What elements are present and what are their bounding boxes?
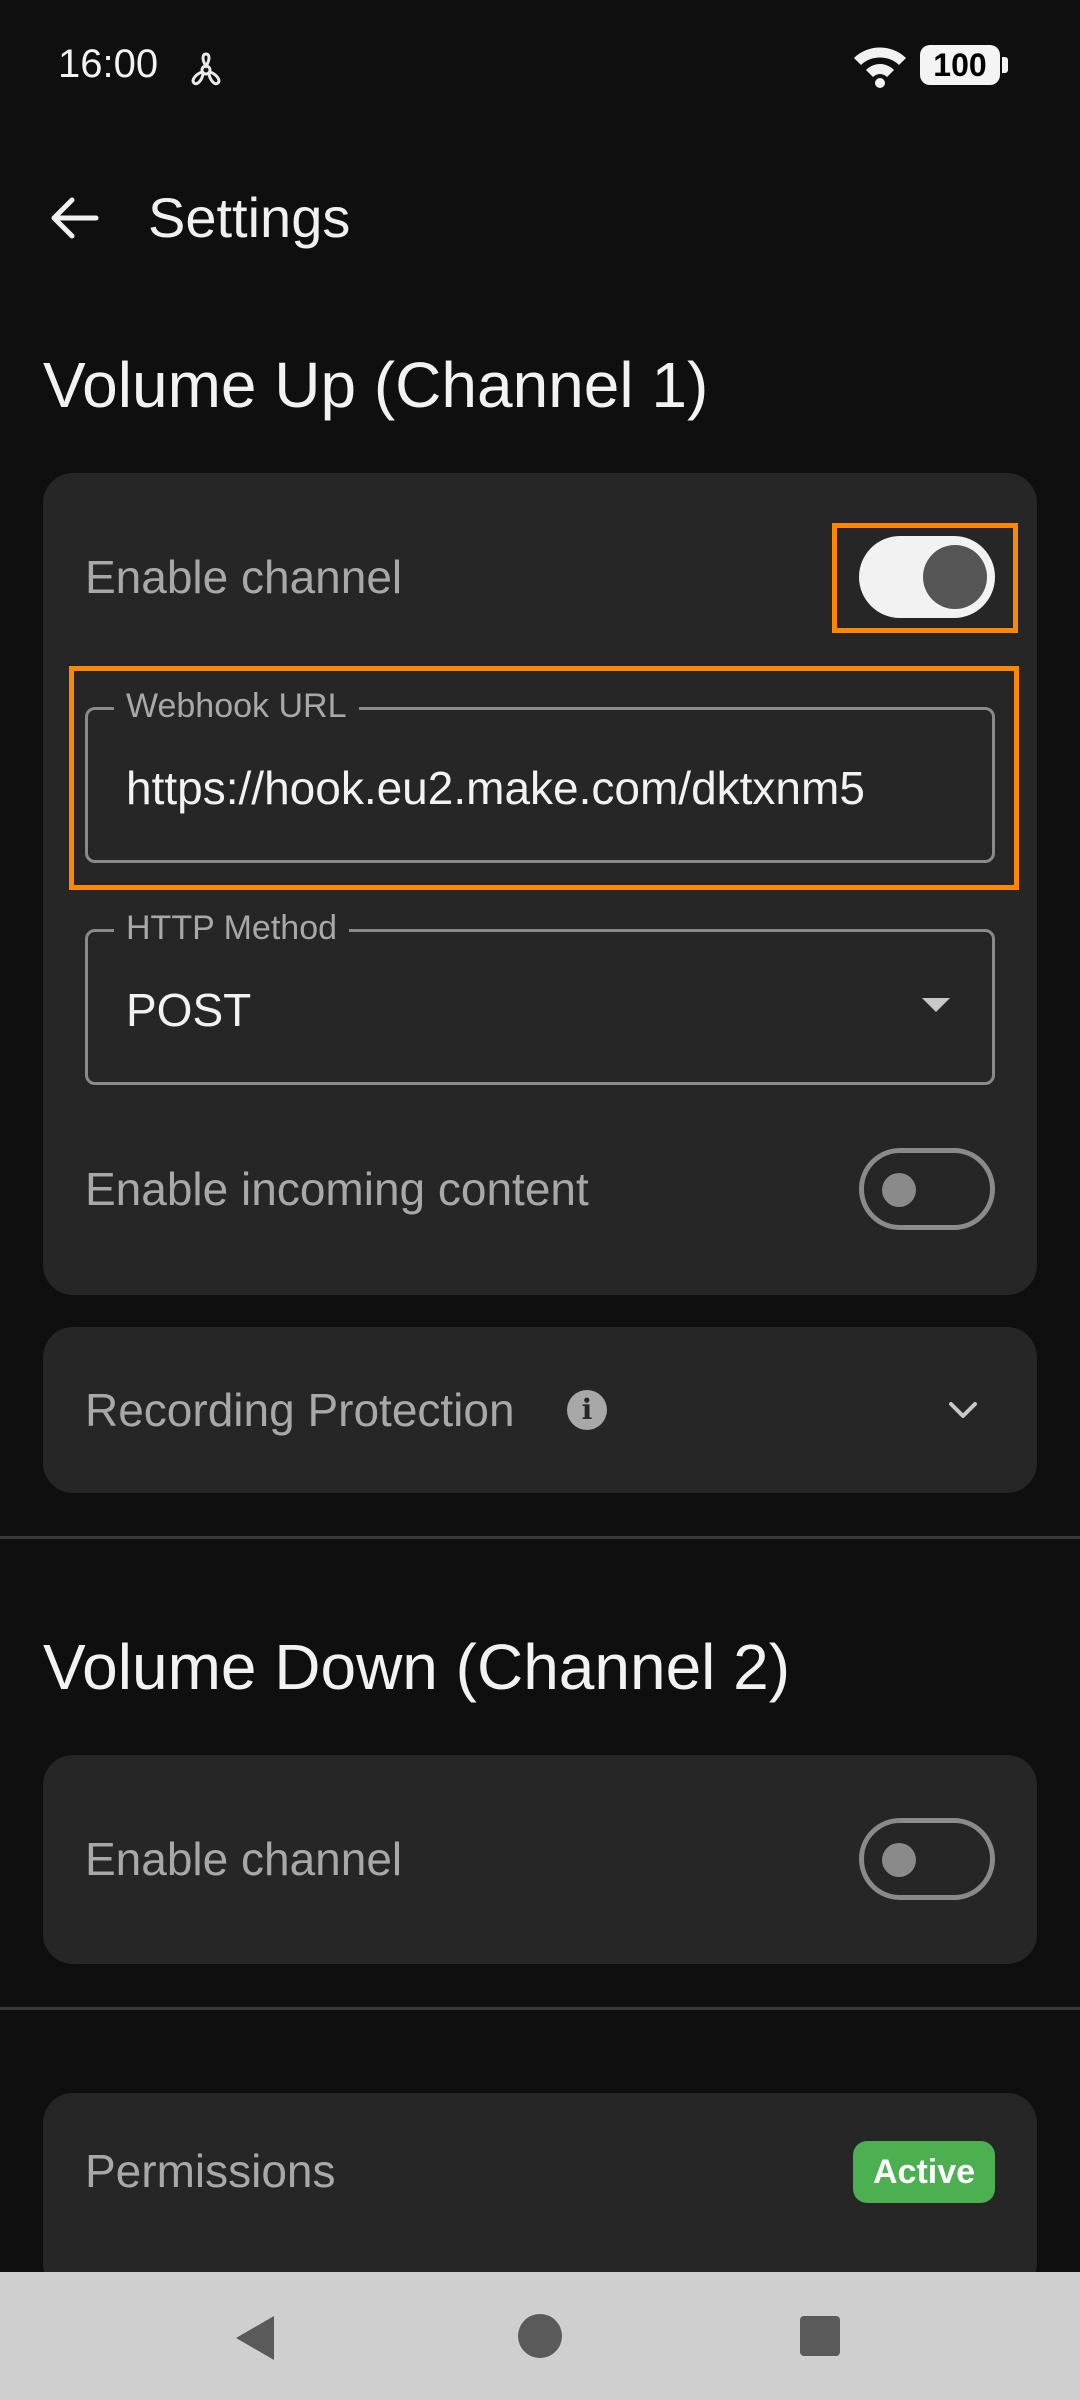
page-title: Settings bbox=[148, 186, 351, 249]
fan-icon bbox=[191, 52, 221, 86]
http-method-label: HTTP Method bbox=[114, 906, 350, 950]
http-method-value: POST bbox=[126, 984, 252, 1036]
section-divider bbox=[0, 2007, 1080, 2010]
http-method-select[interactable]: HTTP Method POST bbox=[85, 906, 995, 1085]
incoming-content-switch[interactable] bbox=[859, 1148, 995, 1230]
status-badge: Active bbox=[853, 2141, 996, 2203]
switch-knob bbox=[882, 1843, 916, 1877]
switch-knob bbox=[882, 1173, 916, 1207]
channel2-title: Volume Down (Channel 2) bbox=[43, 1631, 791, 1703]
recording-protection-label: Recording Protection bbox=[85, 1384, 515, 1436]
app-bar: Settings bbox=[0, 160, 1080, 270]
channel2-enable-switch[interactable] bbox=[859, 1818, 995, 1900]
battery-tip bbox=[1002, 57, 1008, 73]
info-icon[interactable]: i bbox=[567, 1390, 607, 1430]
battery-level: 100 bbox=[920, 45, 1000, 85]
arrow-back-icon[interactable] bbox=[38, 182, 110, 254]
permissions-card: Permissions Active bbox=[43, 2093, 1037, 2293]
wifi-icon bbox=[854, 47, 906, 88]
channel2-card: Enable channel bbox=[43, 1755, 1037, 1964]
channel1-card: Enable channel Webhook URL https://hook.… bbox=[43, 473, 1037, 1295]
channel1-enable-label: Enable channel bbox=[85, 551, 403, 603]
incoming-content-label: Enable incoming content bbox=[85, 1163, 589, 1215]
status-time: 16:00 bbox=[58, 42, 159, 86]
nav-recents-icon[interactable] bbox=[800, 2316, 840, 2356]
system-nav-bar bbox=[0, 2272, 1080, 2400]
chevron-down-icon[interactable] bbox=[941, 1388, 985, 1432]
nav-home-icon[interactable] bbox=[518, 2314, 562, 2358]
status-bar: 16:00 100 bbox=[0, 0, 1080, 130]
channel1-title: Volume Up (Channel 1) bbox=[43, 349, 709, 421]
highlight-webhook bbox=[69, 666, 1019, 890]
battery-indicator: 100 bbox=[920, 45, 1008, 85]
recording-protection-card[interactable]: Recording Protection i bbox=[43, 1327, 1037, 1493]
nav-back-icon[interactable] bbox=[236, 2316, 274, 2360]
highlight-switch bbox=[832, 523, 1018, 633]
permissions-title: Permissions bbox=[85, 2145, 336, 2197]
dropdown-arrow-icon bbox=[922, 998, 950, 1012]
channel2-enable-label: Enable channel bbox=[85, 1833, 403, 1885]
section-divider bbox=[0, 1536, 1080, 1539]
